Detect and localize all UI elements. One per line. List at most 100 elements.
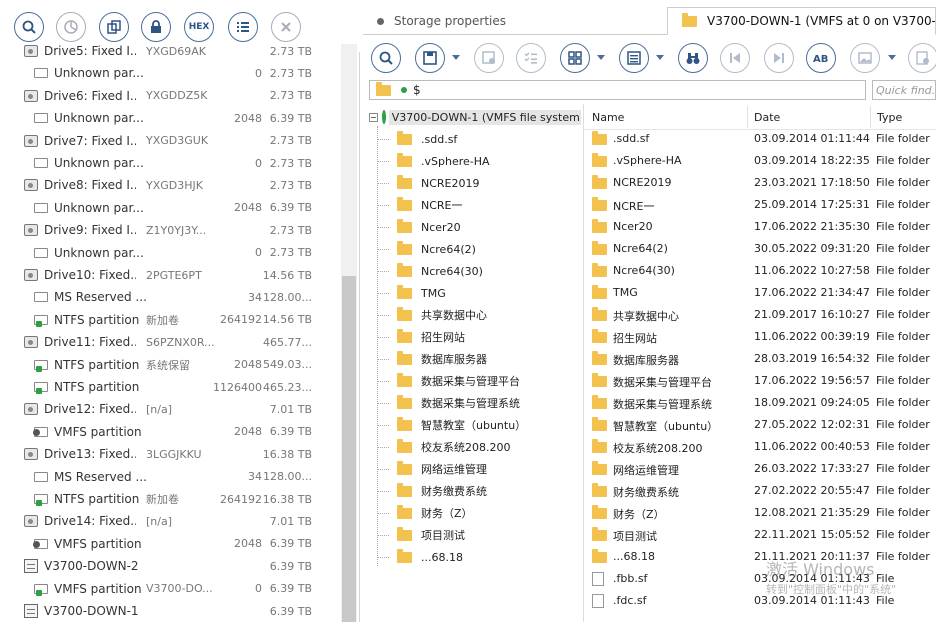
partition-item[interactable]: Unknown par... 0 2.73 TB [34,154,340,172]
partition-item[interactable]: NTFS partition 新加卷 264192 14.56 TB [34,311,340,329]
partition-item[interactable]: Unknown par... 2048 6.39 TB [34,109,340,127]
file-row[interactable]: Ncre64(30) 11.06.2022 10:27:58 File folder [584,260,936,282]
device-item[interactable]: Drive8: Fixed I... YXGD3HJK 2.73 TB [24,176,340,194]
file-row[interactable]: NCRE2019 23.03.2021 17:18:50 File folder [584,172,936,194]
device-item[interactable]: V3700-DOWN-2 6.39 TB [24,557,340,575]
grid-view-button[interactable] [560,43,590,73]
partition-item[interactable]: Unknown par... 0 2.73 TB [34,244,340,262]
details-view-button[interactable] [619,43,649,73]
tree-node[interactable]: NCRE2019 [397,174,480,192]
tree-node[interactable]: ...68.18 [397,548,463,566]
column-separator[interactable] [870,106,871,128]
tree-node[interactable]: 数据采集与管理系统 [397,394,520,412]
file-row[interactable]: 数据采集与管理系统 18.09.2021 09:24:05 File folder [584,392,936,414]
save-settings-button[interactable] [474,43,504,73]
tree-node[interactable]: 项目测试 [397,526,465,544]
pie-chart-button[interactable] [56,12,86,42]
column-separator[interactable] [747,106,748,128]
file-row[interactable]: Ncer20 17.06.2022 21:35:30 File folder [584,216,936,238]
hex-button[interactable]: HEX [184,12,214,42]
tree-node[interactable]: 数据库服务器 [397,350,487,368]
chevron-down-icon[interactable] [656,55,664,60]
scrollbar-thumb[interactable] [342,276,356,622]
file-row[interactable]: 数据库服务器 28.03.2019 16:54:32 File folder [584,348,936,370]
chevron-down-icon[interactable] [888,55,896,60]
partition-item[interactable]: Unknown par... 0 2.73 TB [34,64,340,82]
lock-button[interactable] [141,12,171,42]
device-item[interactable]: Drive10: Fixed... 2PGTE6PT 14.56 TB [24,266,340,284]
settings-button[interactable] [908,43,936,73]
file-row[interactable]: TMG 17.06.2022 21:34:47 File folder [584,282,936,304]
file-row[interactable]: 智慧教室（ubuntu） 27.05.2022 12:02:31 File fold… [584,414,936,436]
prev-button[interactable] [720,43,750,73]
partition-item[interactable]: VMFS partition 2048 6.39 TB [33,535,340,553]
save-button[interactable] [415,43,445,73]
search-button[interactable] [371,43,401,73]
tree-node[interactable]: 财务（Z） [397,504,473,522]
tree-node[interactable]: 校友系统208.200 [397,438,511,456]
tree-node[interactable]: .sdd.sf [397,130,457,148]
tree-node[interactable]: .vSphere-HA [397,152,490,170]
tree-node[interactable]: 智慧教室（ubuntu） [397,416,526,434]
device-item[interactable]: Drive6: Fixed I... YXGDDZ5K 2.73 TB [24,87,340,105]
tree-node[interactable]: 网络运维管理 [397,460,487,478]
file-row[interactable]: 财务（Z） 12.08.2021 21:35:29 File folder [584,502,936,524]
tree-node[interactable]: Ncre64(2) [397,240,476,258]
file-row[interactable]: 校友系统208.200 11.06.2022 00:40:53 File folde… [584,436,936,458]
chevron-down-icon[interactable] [597,55,605,60]
tree-node[interactable]: 共享数据中心 [397,306,487,324]
file-row[interactable]: 数据采集与管理平台 17.06.2022 19:56:57 File folder [584,370,936,392]
tree-node[interactable]: 数据采集与管理平台 [397,372,520,390]
device-item[interactable]: Drive14: Fixed... [n/a] 7.01 TB [24,512,340,530]
file-row[interactable]: 招生网站 11.06.2022 00:39:19 File folder [584,326,936,348]
match-case-button[interactable]: AB [806,43,836,73]
column-name[interactable]: Name [592,111,624,124]
partition-item[interactable]: VMFS partition 2048 6.39 TB [33,423,340,441]
device-item[interactable]: Drive7: Fixed I... YXGD3GUK 2.73 TB [24,132,340,150]
device-item[interactable]: V3700-DOWN-1 6.39 TB [24,602,340,620]
partition-item[interactable]: NTFS partition 1126400 465.23... [34,378,340,396]
tree-node[interactable]: NCRE一 [397,196,463,214]
file-row[interactable]: 共享数据中心 21.09.2017 16:10:27 File folder [584,304,936,326]
search-button[interactable] [14,12,44,42]
image-button[interactable] [850,43,880,73]
device-item[interactable]: Drive11: Fixed... S6PZNX0R... 465.77... [24,333,340,351]
partition-item[interactable]: NTFS partition 系统保留 2048 549.03... [34,356,340,374]
partition-item[interactable]: VMFS partition V3700-DO... 0 6.39 TB [34,580,340,598]
device-item[interactable]: Drive13: Fixed... 3LGGJKKU 16.38 TB [24,445,340,463]
file-row[interactable]: 财务缴费系统 27.02.2022 20:55:47 File folder [584,480,936,502]
device-item[interactable]: Drive5: Fixed I... YXGD69AK 2.73 TB [24,44,340,60]
tab-volume[interactable]: V3700-DOWN-1 (VMFS at 0 on V3700-DOWN-1) [667,7,936,35]
tree-node[interactable]: TMG [397,284,446,302]
file-row[interactable]: .vSphere-HA 03.09.2014 18:22:35 File folde… [584,150,936,172]
column-type[interactable]: Type [877,111,902,124]
tree-node[interactable]: 招生网站 [397,328,465,346]
tree-node[interactable]: Ncre64(30) [397,262,483,280]
file-row[interactable]: 网络运维管理 26.03.2022 17:33:27 File folder [584,458,936,480]
device-item[interactable]: Drive12: Fixed... [n/a] 7.01 TB [24,400,340,418]
tree-node[interactable]: 财务缴费系统 [397,482,487,500]
tree-node[interactable]: Ncer20 [397,218,461,236]
checklist-button[interactable] [516,43,546,73]
file-row[interactable]: Ncre64(2) 30.05.2022 09:31:20 File folder [584,238,936,260]
chevron-down-icon[interactable] [452,55,460,60]
next-button[interactable] [764,43,794,73]
partition-item[interactable]: NTFS partition 新加卷 264192 16.38 TB [34,490,340,508]
file-row[interactable]: 项目测试 22.11.2021 15:05:52 File folder [584,524,936,546]
list-button[interactable] [228,12,258,42]
tree-root[interactable]: − V3700-DOWN-1 (VMFS file system) [369,108,581,126]
file-row[interactable]: NCRE一 25.09.2014 17:25:31 File folder [584,194,936,216]
partition-item[interactable]: MS Reserved ... 34 128.00... [34,288,340,306]
copy-button[interactable] [99,12,129,42]
partition-item[interactable]: MS Reserved ... 34 128.00... [34,468,340,486]
file-row[interactable]: .sdd.sf 03.09.2014 01:11:44 File folder [584,128,936,150]
device-item[interactable]: Drive9: Fixed I... Z1Y0YJ3Y... 2.73 TB [24,221,340,239]
tab-storage-properties[interactable]: Storage properties [363,7,663,35]
device-list-scrollbar[interactable] [341,44,357,622]
binoculars-button[interactable] [678,43,708,73]
path-bar[interactable]: $ [369,80,866,100]
partition-item[interactable]: Unknown par... 2048 6.39 TB [34,199,340,217]
column-date[interactable]: Date [754,111,780,124]
close-button[interactable] [271,12,301,42]
collapse-icon[interactable]: − [369,112,378,122]
